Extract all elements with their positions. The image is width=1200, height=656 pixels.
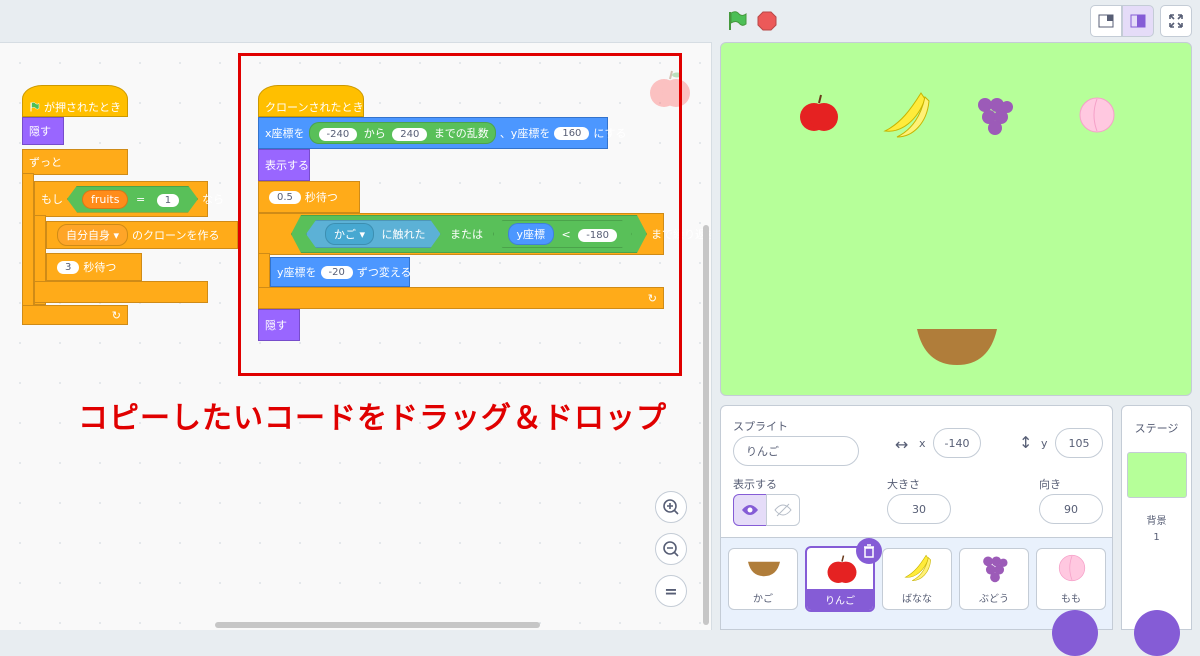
- create-clone-block[interactable]: 自分自身 ▾ のクローンを作る: [46, 221, 238, 249]
- size-value: 30: [912, 502, 926, 516]
- show-visible-button[interactable]: [733, 494, 767, 526]
- sprite-tile-label: りんご: [807, 589, 873, 610]
- large-stage-icon: [1130, 14, 1146, 28]
- fullscreen-button[interactable]: [1160, 5, 1192, 37]
- peach-thumb-icon: [1058, 554, 1086, 582]
- grape-sprite-icon: [975, 93, 1015, 143]
- sprite-name-value: りんご: [746, 445, 779, 458]
- sprite-tile-grape[interactable]: ぶどう: [959, 548, 1029, 610]
- stop-icon[interactable]: [756, 10, 778, 32]
- var-fruits[interactable]: fruits: [82, 190, 128, 209]
- sprite-tile-label: もも: [1061, 594, 1081, 605]
- clone-target-dropdown[interactable]: 自分自身 ▾: [57, 224, 129, 246]
- if-label: もし: [41, 193, 63, 206]
- annotation-text: コピーしたいコードをドラッグ＆ドロップ: [78, 401, 667, 436]
- forever-label: ずっと: [29, 156, 62, 169]
- zoom-reset-button[interactable]: =: [655, 575, 687, 607]
- sprite-name-field[interactable]: りんご: [733, 436, 859, 466]
- x-value: -140: [944, 436, 970, 450]
- hide-label: 隠す: [29, 125, 51, 138]
- y-field[interactable]: 105: [1055, 428, 1103, 458]
- loop-arrow-icon: ↻: [111, 308, 121, 322]
- trash-icon: [864, 544, 874, 558]
- green-flag-icon[interactable]: [726, 10, 748, 32]
- zoom-in-button[interactable]: [655, 491, 687, 523]
- backdrop-label: 背景: [1146, 516, 1167, 527]
- sprite-tile-basket[interactable]: かご: [728, 548, 798, 610]
- wait-block[interactable]: 3 秒待つ: [46, 253, 142, 281]
- sprite-tile-peach[interactable]: もも: [1036, 548, 1106, 610]
- size-label: 大きさ: [887, 478, 920, 491]
- wait-value-input[interactable]: 3: [57, 260, 80, 274]
- x-field[interactable]: -140: [933, 428, 981, 458]
- y-label: y: [1041, 437, 1048, 450]
- direction-field[interactable]: 90: [1039, 494, 1103, 524]
- x-label: x: [919, 437, 926, 450]
- banana-thumb-icon: [904, 554, 931, 581]
- sprite-tile-banana[interactable]: ばなな: [882, 548, 952, 610]
- apple-thumb-icon: [827, 555, 857, 583]
- zoom-reset-label: =: [664, 581, 678, 601]
- then-label: なら: [202, 193, 225, 206]
- eye-icon: [742, 505, 758, 515]
- banana-sprite-icon: [881, 89, 933, 145]
- delete-sprite-button[interactable]: [856, 538, 882, 564]
- backdrop-count: 1: [1153, 532, 1160, 543]
- size-field[interactable]: 30: [887, 494, 951, 524]
- stage-title: ステージ: [1134, 422, 1179, 435]
- code-area[interactable]: が押されたとき 隠す ずっと ↻ もし fruits = 1 なら 自分自身 ▾…: [0, 42, 712, 630]
- large-stage-button[interactable]: [1122, 5, 1154, 37]
- sprite-tile-label: ぶどう: [979, 594, 1009, 605]
- fullscreen-icon: [1169, 14, 1183, 28]
- sprite-label: スプライト: [733, 420, 788, 433]
- equals-operator[interactable]: fruits = 1: [67, 186, 198, 213]
- forever-block[interactable]: ずっと: [22, 149, 128, 175]
- direction-value: 90: [1064, 502, 1078, 516]
- zoom-in-icon: [663, 499, 679, 515]
- eye-off-icon: [774, 503, 792, 517]
- hat-label: が押されたとき: [44, 101, 121, 114]
- show-label: 表示する: [733, 478, 777, 491]
- stage[interactable]: [720, 42, 1192, 396]
- zoom-out-button[interactable]: [655, 533, 687, 565]
- horizontal-scrollbar[interactable]: [215, 622, 540, 628]
- small-stage-button[interactable]: [1090, 5, 1122, 37]
- sprite-info-panel: スプライト りんご ↔ x -140 ↕ y 105 表示する 大きさ 30 向…: [720, 405, 1113, 538]
- show-hidden-button[interactable]: [766, 494, 800, 526]
- eq-symbol: =: [135, 192, 146, 206]
- add-backdrop-button[interactable]: [1134, 610, 1180, 656]
- when-flag-clicked-block[interactable]: が押されたとき: [22, 85, 128, 117]
- forever-foot[interactable]: ↻: [22, 305, 128, 325]
- if-block[interactable]: もし fruits = 1 なら: [34, 181, 224, 217]
- basket-sprite-icon: [915, 327, 999, 371]
- vertical-scrollbar[interactable]: [703, 225, 709, 625]
- basket-thumb-icon: [748, 561, 780, 577]
- direction-label: 向き: [1039, 478, 1061, 491]
- hide-block[interactable]: 隠す: [22, 117, 64, 145]
- sprite-tile-label: かご: [753, 594, 773, 605]
- green-flag-icon: [30, 102, 40, 112]
- grape-thumb-icon: [983, 556, 1008, 583]
- clone-target-label: 自分自身: [66, 229, 110, 242]
- stage-backdrop-thumb: [1127, 452, 1187, 498]
- highlight-box: [238, 53, 682, 376]
- forever-arm: [22, 173, 34, 323]
- x-arrow-icon: ↔: [895, 435, 909, 454]
- add-sprite-button[interactable]: [1052, 610, 1098, 656]
- small-stage-icon: [1098, 14, 1114, 28]
- zoom-out-icon: [663, 541, 679, 557]
- sprite-tile-label: ばなな: [902, 594, 932, 605]
- y-value: 105: [1068, 436, 1090, 450]
- if-foot: [34, 281, 208, 303]
- y-arrow-icon: ↕: [1019, 433, 1033, 452]
- eq-value-input[interactable]: 1: [157, 194, 179, 207]
- apple-sprite-icon: [799, 93, 839, 139]
- stage-panel[interactable]: ステージ 背景 1: [1121, 405, 1192, 630]
- peach-sprite-icon: [1077, 95, 1117, 139]
- wait-label: 秒待つ: [83, 261, 117, 274]
- clone-suffix: のクローンを作る: [132, 229, 220, 242]
